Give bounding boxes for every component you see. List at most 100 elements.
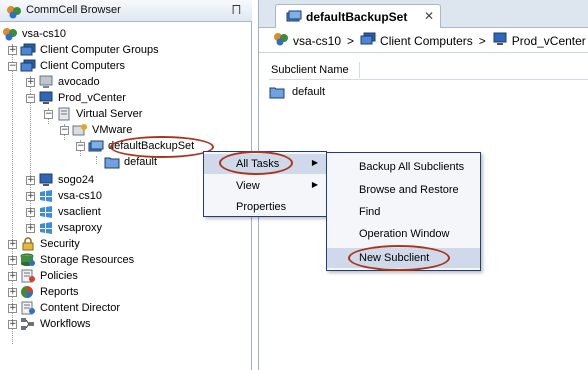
tree-node-vmware[interactable]: − VMware: [60, 122, 133, 138]
tree-node-label: Client Computers: [40, 60, 125, 72]
expand-icon[interactable]: +: [8, 287, 17, 297]
menu-item-find[interactable]: Find: [327, 202, 480, 222]
expand-icon[interactable]: +: [8, 271, 17, 281]
menu-item-view[interactable]: View ▶: [204, 176, 326, 196]
tree-node-label: Prod_vCenter: [58, 92, 126, 104]
collapse-icon[interactable]: −: [26, 93, 35, 103]
menu-item-label: Operation Window: [359, 228, 450, 240]
tree-node-label: vsaproxy: [58, 222, 103, 234]
tree-node-security[interactable]: + Security: [8, 236, 81, 252]
tree-node-prod-vcenter[interactable]: − Prod_vCenter: [26, 90, 127, 106]
tree-node-label: Virtual Server: [76, 108, 143, 120]
menu-item-label: Properties: [236, 201, 287, 213]
tree-node-vsa-cs10[interactable]: + vsa-cs10: [26, 188, 103, 204]
menu-item-properties[interactable]: Properties: [204, 197, 326, 217]
column-header-label: Subclient Name: [271, 64, 349, 76]
highlight-oval-new-subclient: [348, 245, 450, 271]
tree-node-label: Storage Resources: [40, 254, 135, 266]
tree-node-label: Security: [40, 238, 80, 250]
collapse-icon[interactable]: −: [8, 61, 17, 71]
breadcrumb-item-prod-vcenter[interactable]: Prod_vCenter: [492, 32, 586, 49]
tree-node-label: vsa-cs10: [22, 28, 67, 40]
commcell-icon: [2, 27, 18, 41]
column-divider: [359, 62, 360, 78]
collapse-icon[interactable]: −: [76, 141, 85, 151]
menu-item-browse-and-restore[interactable]: Browse and Restore: [327, 180, 480, 200]
expand-icon[interactable]: +: [26, 175, 35, 185]
backup-set-icon: [286, 9, 302, 26]
menu-item-label: View: [236, 180, 260, 192]
folder-icon: [104, 155, 120, 169]
tree-node-policies[interactable]: + Policies: [8, 268, 79, 284]
storage-icon: [20, 253, 36, 267]
tree-node-vsaproxy[interactable]: + vsaproxy: [26, 220, 103, 236]
tree-node-label: VMware: [92, 124, 133, 136]
expand-icon[interactable]: +: [26, 77, 35, 87]
subclient-name-column-header[interactable]: Subclient Name: [269, 60, 588, 80]
expand-icon[interactable]: +: [26, 223, 35, 233]
computer-icon: [38, 173, 54, 187]
tree-node-workflows[interactable]: + Workflows: [8, 316, 92, 332]
menu-item-label: Browse and Restore: [359, 184, 459, 196]
breadcrumb-item-client-computers[interactable]: Client Computers: [360, 32, 473, 49]
browser-title: CommCell Browser: [26, 4, 121, 16]
menu-item-operation-window[interactable]: Operation Window: [327, 224, 480, 244]
tab-default-backup-set[interactable]: defaultBackupSet ✕: [275, 4, 441, 28]
tree-node-sogo24[interactable]: + sogo24: [26, 172, 95, 188]
tree-node-label: vsaclient: [58, 206, 101, 218]
folder-icon: [269, 85, 285, 99]
tree-node-content-director[interactable]: + Content Director: [8, 300, 121, 316]
computer-group-icon: [20, 43, 36, 57]
backup-set-icon: [88, 139, 104, 153]
tree-node-client-computer-groups[interactable]: + Client Computer Groups: [8, 42, 160, 58]
expand-icon[interactable]: +: [8, 255, 17, 265]
tree-node-label: Workflows: [40, 318, 91, 330]
computer-group-icon: [20, 59, 36, 73]
windows-icon: [38, 205, 54, 219]
policy-icon: [20, 269, 36, 283]
computer-icon: [38, 91, 54, 105]
tree-node-virtual-server[interactable]: − Virtual Server: [44, 106, 143, 122]
pie-chart-icon: [20, 285, 36, 299]
commcell-browser-header: CommCell Browser ⨅: [0, 0, 252, 22]
lock-icon: [20, 237, 36, 251]
close-icon[interactable]: ✕: [424, 9, 434, 23]
tree-node-label: Content Director: [40, 302, 121, 314]
tree-node-label: vsa-cs10: [58, 190, 103, 202]
content-director-icon: [20, 301, 36, 315]
computer-icon: [38, 75, 54, 89]
breadcrumb-separator: >: [347, 33, 355, 48]
tree-node-label: Reports: [40, 286, 79, 298]
windows-icon: [38, 189, 54, 203]
vmware-agent-icon: [72, 123, 88, 137]
collapse-icon[interactable]: −: [44, 109, 53, 119]
tree-node-vsaclient[interactable]: + vsaclient: [26, 204, 102, 220]
breadcrumb: vsa-cs10 > Client Computers > Prod_vCent…: [259, 29, 588, 53]
expand-icon[interactable]: +: [8, 45, 17, 55]
expand-icon[interactable]: +: [26, 191, 35, 201]
expand-icon[interactable]: +: [8, 303, 17, 313]
subclient-row[interactable]: default: [269, 84, 326, 100]
pin-icon[interactable]: ⨅: [232, 4, 241, 17]
tree-node-root[interactable]: vsa-cs10: [2, 26, 67, 42]
breadcrumb-label: Prod_vCenter: [511, 33, 586, 48]
collapse-icon[interactable]: −: [60, 125, 69, 135]
computer-group-icon: [360, 32, 376, 49]
windows-icon: [38, 221, 54, 235]
breadcrumb-item-vsa-cs10[interactable]: vsa-cs10: [273, 32, 341, 49]
expand-icon[interactable]: +: [26, 207, 35, 217]
breadcrumb-label: vsa-cs10: [293, 33, 342, 48]
tree-node-label: avocado: [58, 76, 100, 88]
tree-node-client-computers[interactable]: − Client Computers: [8, 58, 126, 74]
tree-node-reports[interactable]: + Reports: [8, 284, 80, 300]
menu-item-backup-all-subclients[interactable]: Backup All Subclients: [327, 157, 480, 177]
tree-node-label: Policies: [40, 270, 78, 282]
submenu-arrow-icon: ▶: [311, 158, 318, 167]
expand-icon[interactable]: +: [8, 319, 17, 329]
breadcrumb-label: Client Computers: [380, 33, 473, 48]
tree-node-storage-resources[interactable]: + Storage Resources: [8, 252, 135, 268]
server-icon: [56, 107, 72, 121]
tree-node-avocado[interactable]: + avocado: [26, 74, 101, 90]
expand-icon[interactable]: +: [8, 239, 17, 249]
menu-item-label: Find: [359, 206, 381, 218]
